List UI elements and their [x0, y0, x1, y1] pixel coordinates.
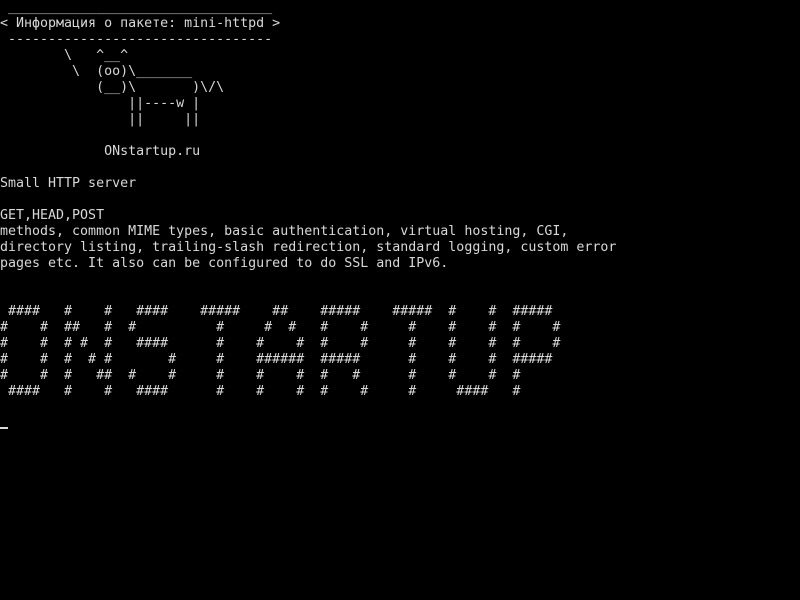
bubble-title: < Информация о пакете: mini-httpd >: [0, 16, 281, 31]
brand-text: ONstartup.ru: [0, 144, 201, 159]
cow-art-line: \ ^__^: [0, 48, 129, 63]
banner-line: # # ## # # # # # # # # # # # #: [0, 320, 561, 335]
banner-line: # # # # # #### # # # # # # # # # #: [0, 336, 561, 351]
terminal-output: _________________________________ < Инфо…: [0, 0, 616, 400]
cow-art-line: || ||: [0, 112, 201, 127]
bubble-top-border: _________________________________: [0, 0, 273, 15]
cow-art-line: ||----w |: [0, 96, 201, 111]
cow-art-line: \ (oo)\_______: [0, 64, 193, 79]
description-line: pages etc. It also can be configured to …: [0, 256, 449, 271]
text-cursor: [0, 427, 8, 429]
description-line: methods, common MIME types, basic authen…: [0, 224, 569, 239]
cow-art-line: (__)\ )\/\: [0, 80, 225, 95]
terminal-screen[interactable]: _________________________________ < Инфо…: [0, 0, 800, 600]
description-line: directory listing, trailing-slash redire…: [0, 240, 617, 255]
description-line: GET,HEAD,POST: [0, 208, 105, 223]
banner-line: # # # # # # # ###### ##### # # # #####: [0, 352, 553, 367]
bubble-bottom-border: ---------------------------------: [0, 32, 273, 47]
banner-line: #### # # #### # # # # # # #### #: [0, 384, 521, 399]
package-summary: Small HTTP server: [0, 176, 137, 191]
banner-line: # # # ## # # # # # # # # # # #: [0, 368, 521, 383]
banner-line: #### # # #### ##### ## ##### ##### # # #…: [0, 304, 553, 319]
